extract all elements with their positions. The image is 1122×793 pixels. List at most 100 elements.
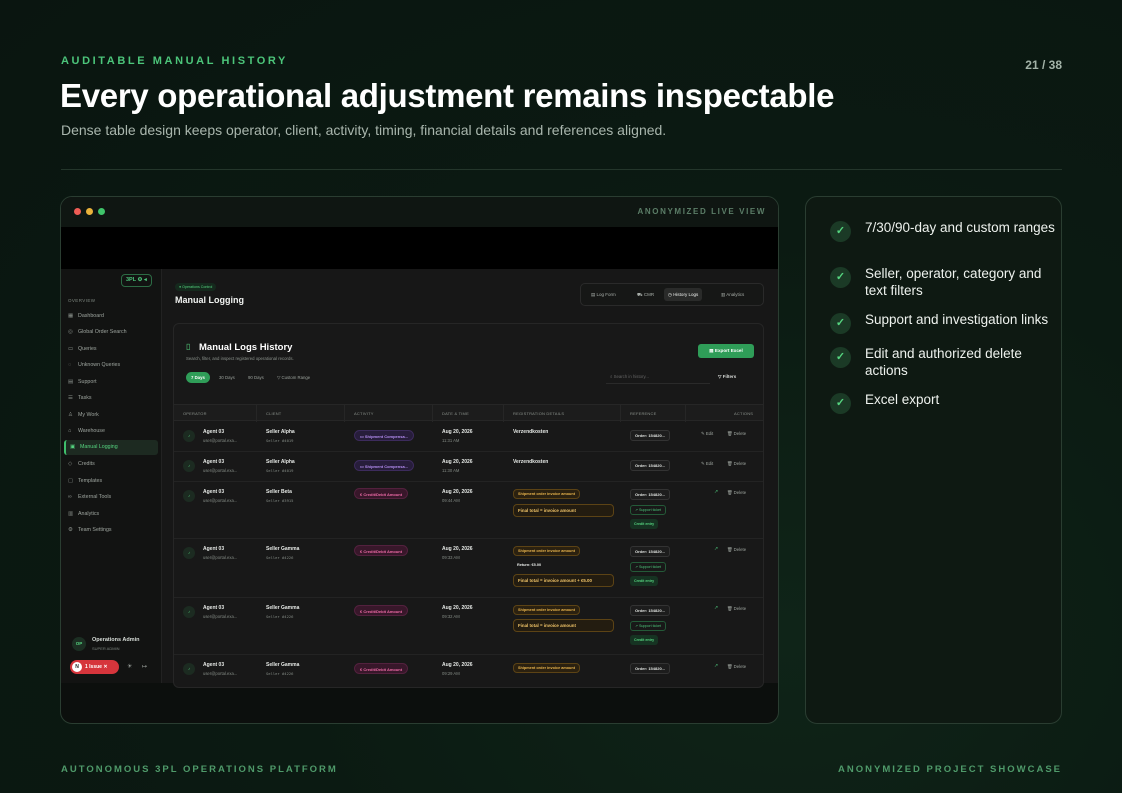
tab-analytics[interactable]: ▥ Analytics — [717, 288, 748, 301]
search-input[interactable]: ⌕ Search in history... — [606, 370, 710, 384]
order-reference[interactable]: Order: 154820... — [630, 460, 671, 471]
sidebar-item-global-order-search[interactable]: ◎ Global Order Search — [64, 325, 158, 340]
help-icon: ◌ — [68, 362, 72, 368]
range-7-days[interactable]: 7 Days — [186, 372, 210, 383]
col-actions[interactable]: ACTIONS — [734, 405, 753, 422]
tab-cmr[interactable]: ⛟ CMR — [633, 288, 658, 301]
range-custom[interactable]: ▽ Custom Range — [272, 372, 315, 383]
table-row[interactable]: ♪ Agent 03 user@portal.exa... Seller Bet… — [174, 482, 763, 539]
external-link-icon[interactable]: ↗ — [714, 489, 718, 495]
log-time: 09:29 AM — [442, 671, 460, 676]
table-row[interactable]: ♪ Agent 03 user@portal.exa... Seller Alp… — [174, 422, 763, 452]
col-reference[interactable]: REFERENCE — [630, 405, 656, 422]
close-icon[interactable]: ✕ — [103, 664, 107, 670]
order-reference[interactable]: Order: 154820... — [630, 546, 671, 557]
user-icon: ♙ — [68, 412, 73, 418]
activity-badge: € Credit/Debit Amount — [354, 663, 409, 674]
credit-entry-badge[interactable]: Credit entry — [630, 519, 659, 529]
issue-badge[interactable]: N1 Issue ✕ — [70, 660, 119, 674]
divider — [61, 169, 1062, 170]
user-profile[interactable]: OP Operations Admin SUPER ADMIN — [67, 634, 157, 656]
template-icon: ▢ — [68, 478, 74, 484]
search-icon: ⌕ — [610, 374, 613, 379]
operator-email: user@portal.exa... — [203, 671, 238, 676]
table-row[interactable]: ♪ Agent 03 user@portal.exa... Seller Gam… — [174, 539, 763, 598]
feature-list-panel: ✓ 7/30/90-day and custom ranges ✓ Seller… — [805, 196, 1062, 724]
theme-toggle-icon[interactable]: ☀ — [127, 663, 132, 670]
sidebar-item-external-tools[interactable]: ∞ External Tools — [64, 490, 158, 505]
card-title: Manual Logs History — [199, 342, 293, 353]
activity-badge: € Credit/Debit Amount — [354, 605, 409, 616]
sidebar: 3PL ⚙ ◂ OVERVIEW ▦ Dashboard ◎ Global Orde… — [61, 269, 162, 683]
delete-button[interactable]: 🗑 Delete — [727, 490, 746, 496]
range-90-days[interactable]: 90 Days — [243, 372, 269, 383]
col-client[interactable]: CLIENT — [266, 405, 281, 422]
col-date-time[interactable]: DATE & TIME — [442, 405, 469, 422]
filter-icon: ▽ — [277, 375, 281, 380]
support-ticket-link[interactable]: ↗ Support ticket — [630, 562, 666, 572]
sidebar-item-templates[interactable]: ▢ Templates — [64, 474, 158, 489]
operator-name: Agent 03 — [203, 459, 225, 465]
logout-icon[interactable]: ↦ — [142, 663, 147, 670]
check-icon: ✓ — [830, 267, 851, 288]
card-subtitle: Search, filter, and inspect registered o… — [186, 356, 294, 361]
table-row[interactable]: ♪ Agent 03 user@portal.exa... Seller Gam… — [174, 598, 763, 655]
table-header: OPERATOR CLIENT ACTIVITY DATE & TIME REG… — [174, 404, 763, 422]
table-row[interactable]: ♪ Agent 03 user@portal.exa... Seller Gam… — [174, 655, 763, 687]
order-reference[interactable]: Order: 154820... — [630, 663, 671, 674]
client-id: Seller #4019 — [266, 468, 294, 473]
sidebar-item-unknown-queries[interactable]: ◌ Unknown Queries — [64, 358, 158, 373]
export-excel-button[interactable]: ▤ Export Excel — [698, 344, 754, 358]
return-amount: Return: €5.00 — [517, 563, 542, 567]
sidebar-item-support[interactable]: ▤ Support — [64, 375, 158, 390]
external-link-icon[interactable]: ↗ — [714, 605, 718, 611]
main-content: ● Operations Control Manual Logging ▤ Lo… — [162, 269, 779, 688]
sidebar-item-analytics[interactable]: ▥ Analytics — [64, 507, 158, 522]
delete-button[interactable]: 🗑 Delete — [727, 461, 746, 467]
scrollbar[interactable] — [778, 269, 779, 479]
final-total: Final total = invoice amount — [513, 619, 614, 632]
footer-right: ANONYMIZED PROJECT SHOWCASE — [838, 764, 1062, 775]
order-reference[interactable]: Order: 154820... — [630, 430, 671, 441]
delete-button[interactable]: 🗑 Delete — [727, 431, 746, 437]
sidebar-item-warehouse[interactable]: ⌂ Warehouse — [64, 424, 158, 439]
credit-entry-badge[interactable]: Credit entry — [630, 576, 659, 586]
maximize-dot[interactable] — [98, 208, 105, 215]
edit-button[interactable]: ✎ Edit — [701, 431, 713, 437]
registration-tag: Shipment order invoice amount — [513, 546, 580, 556]
trash-icon: 🗑 — [727, 490, 733, 495]
registration-tag: Shipment order invoice amount — [513, 489, 580, 499]
col-operator[interactable]: OPERATOR — [183, 405, 207, 422]
support-ticket-link[interactable]: ↗ Support ticket — [630, 505, 666, 515]
external-link-icon[interactable]: ↗ — [714, 546, 718, 552]
table-row[interactable]: ♪ Agent 03 user@portal.exa... Seller Alp… — [174, 452, 763, 482]
external-link-icon[interactable]: ↗ — [714, 663, 718, 669]
credit-entry-badge[interactable]: Credit entry — [630, 635, 659, 645]
sidebar-item-manual-logging[interactable]: ▣ Manual Logging — [64, 440, 158, 455]
sidebar-item-credits[interactable]: ◇ Credits — [64, 457, 158, 472]
tab-history-logs[interactable]: ◷ History Logs — [664, 288, 703, 301]
filters-button[interactable]: ▽ Filters — [718, 371, 750, 383]
tab-log-form[interactable]: ▤ Log Form — [587, 288, 620, 301]
order-reference[interactable]: Order: 154820... — [630, 489, 671, 500]
sidebar-item-dashboard[interactable]: ▦ Dashboard — [64, 309, 158, 324]
sidebar-item-queries[interactable]: ▭ Queries — [64, 342, 158, 357]
logo-badge[interactable]: 3PL ⚙ ◂ — [121, 274, 152, 287]
sidebar-item-my-work[interactable]: ♙ My Work — [64, 408, 158, 423]
order-reference[interactable]: Order: 154820... — [630, 605, 671, 616]
edit-button[interactable]: ✎ Edit — [701, 461, 713, 467]
registration-detail: Verzendkosten — [513, 429, 549, 435]
delete-button[interactable]: 🗑 Delete — [727, 664, 746, 670]
support-ticket-link[interactable]: ↗ Support ticket — [630, 621, 666, 631]
slide-subtitle: Dense table design keeps operator, clien… — [61, 122, 667, 138]
col-registration-details[interactable]: REGISTRATION DETAILS — [513, 405, 564, 422]
sidebar-item-tasks[interactable]: ☰ Tasks — [64, 391, 158, 406]
minimize-dot[interactable] — [86, 208, 93, 215]
close-dot[interactable] — [74, 208, 81, 215]
delete-button[interactable]: 🗑 Delete — [727, 606, 746, 612]
col-activity[interactable]: ACTIVITY — [354, 405, 374, 422]
range-30-days[interactable]: 30 Days — [214, 372, 240, 383]
operator-name: Agent 03 — [203, 662, 225, 668]
delete-button[interactable]: 🗑 Delete — [727, 547, 746, 553]
sidebar-item-team-settings[interactable]: ⚙ Team Settings — [64, 523, 158, 538]
